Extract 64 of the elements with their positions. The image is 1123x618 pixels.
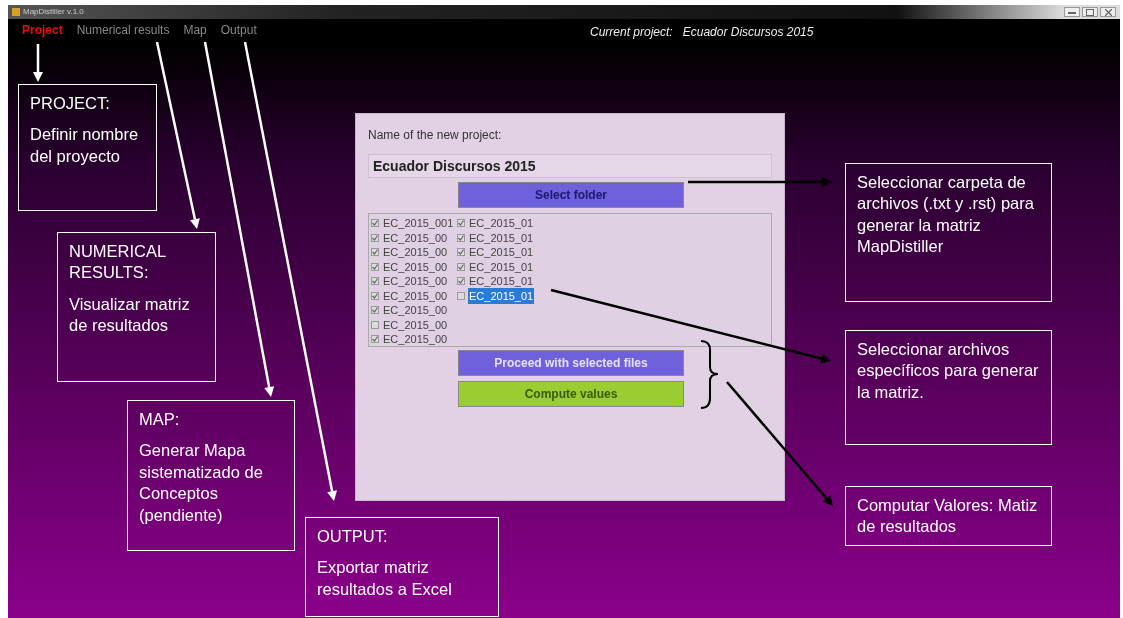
file-name[interactable]: EC_2015_01 <box>468 215 535 232</box>
check-icon <box>372 307 378 314</box>
current-project-label: Current project: <box>590 24 673 41</box>
file-checkbox[interactable] <box>371 306 379 315</box>
arrow <box>33 44 43 82</box>
project-name-field[interactable]: Ecuador Discursos 2015 <box>368 154 772 178</box>
callout-text: Definir nombre del proyecto <box>30 124 140 167</box>
minimize-button[interactable] <box>1064 7 1080 17</box>
check-icon <box>458 278 464 285</box>
file-name[interactable]: EC_2015_00 <box>382 331 449 348</box>
file-name[interactable]: EC_2015_01 <box>468 229 535 246</box>
file-checkbox[interactable] <box>371 262 379 271</box>
proceed-button[interactable]: Proceed with selected files <box>458 350 684 376</box>
minimize-icon <box>1068 10 1076 14</box>
current-project-name: Ecuador Discursos 2015 <box>682 24 814 41</box>
callout-heading: MAP: <box>139 409 181 430</box>
project-name-label: Name of the new project: <box>368 127 503 144</box>
callout-text: Computar Valores: Matiz de resultados <box>857 495 1039 538</box>
callout-heading: NUMERICAL RESULTS: <box>69 241 167 284</box>
maximize-icon <box>1086 8 1094 16</box>
menu-item[interactable]: Output <box>220 21 257 39</box>
callout-text: Exportar matriz resultados a Excel <box>317 557 453 600</box>
file-name[interactable]: EC_2015_001 <box>382 215 455 232</box>
window-title: MapDistiller v.1.0 <box>23 6 84 18</box>
check-icon <box>372 336 378 343</box>
callout-text: Generar Mapa sistematizado de Conceptos (pendiente) <box>139 440 264 526</box>
callout-heading: OUTPUT: <box>317 526 389 547</box>
close-button[interactable] <box>1100 7 1116 17</box>
menu-item[interactable]: Project <box>22 21 63 39</box>
file-checkbox[interactable] <box>371 320 379 329</box>
callout-text: Seleccionar carpeta de archivos (.txt y .rst) para generar la matriz MapDistiller <box>857 172 1035 258</box>
file-name[interactable]: EC_2015_00 <box>382 302 449 319</box>
app-icon <box>12 8 20 16</box>
file-checkbox[interactable] <box>371 248 379 257</box>
file-checkbox[interactable] <box>457 277 465 286</box>
file-name[interactable]: EC_2015_01 <box>468 287 535 304</box>
file-name[interactable]: EC_2015_01 <box>468 258 535 275</box>
file-name[interactable]: EC_2015_00 <box>382 244 449 261</box>
file-checkbox[interactable] <box>371 219 379 228</box>
callout-heading: PROJECT: <box>30 93 111 114</box>
file-checkbox[interactable] <box>457 219 465 228</box>
file-checkbox[interactable] <box>457 262 465 271</box>
file-checkbox[interactable] <box>371 335 379 344</box>
file-name[interactable]: EC_2015_00 <box>382 316 449 333</box>
file-name[interactable]: EC_2015_01 <box>468 244 535 261</box>
menu-item[interactable]: Map <box>183 21 207 39</box>
compute-button[interactable]: Compute values <box>458 381 684 407</box>
file-name[interactable]: EC_2015_00 <box>382 273 449 290</box>
close-icon <box>1104 8 1112 16</box>
file-checkbox[interactable] <box>371 291 379 300</box>
file-name[interactable]: EC_2015_00 <box>382 287 449 304</box>
file-name[interactable]: EC_2015_00 <box>382 258 449 275</box>
file-checkbox[interactable] <box>457 248 465 257</box>
file-checkbox[interactable] <box>371 233 379 242</box>
file-checkbox[interactable] <box>371 277 379 286</box>
callout-text: Seleccionar archivos específicos para generar la matriz. <box>857 339 1040 403</box>
callout-text: Visualizar matriz de resultados <box>69 293 191 337</box>
file-checkbox[interactable] <box>457 291 465 300</box>
brace <box>700 340 719 409</box>
file-name[interactable]: EC_2015_00 <box>382 229 449 246</box>
maximize-button[interactable] <box>1082 7 1098 17</box>
file-name[interactable]: EC_2015_01 <box>468 273 535 290</box>
menu-item[interactable]: Numerical results <box>76 21 170 39</box>
file-checkbox[interactable] <box>457 233 465 242</box>
